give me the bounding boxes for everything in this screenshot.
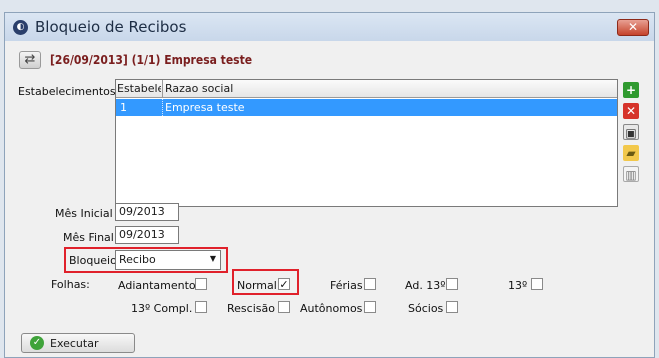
add-icon[interactable]: + xyxy=(623,82,639,98)
rescisao-checkbox[interactable] xyxy=(278,301,290,313)
row-code: 1 xyxy=(120,101,127,114)
remove-icon[interactable]: ✕ xyxy=(623,103,639,119)
normal-label: Normal xyxy=(237,279,277,292)
row-separator xyxy=(162,99,163,116)
folhas-label: Folhas: xyxy=(51,278,90,291)
header-info: [26/09/2013] (1/1) Empresa teste xyxy=(50,53,253,67)
folder-icon[interactable]: ▰ xyxy=(623,145,639,161)
window-title: Bloqueio de Recibos xyxy=(35,18,187,36)
ferias-label: Férias xyxy=(330,279,363,292)
normal-checkbox[interactable]: ✓ xyxy=(278,278,290,290)
rescisao-label: Rescisão xyxy=(227,302,275,315)
table-row[interactable]: 1 Empresa teste xyxy=(116,99,617,116)
decimo-terceiro-checkbox[interactable] xyxy=(531,278,543,290)
ferias-checkbox[interactable] xyxy=(364,278,376,290)
executar-button[interactable]: ✓ Executar xyxy=(21,333,135,353)
column-header-estabelecimento[interactable]: Estabelecimento xyxy=(117,82,161,95)
title-bar: ◐ Bloqueio de Recibos ✕ xyxy=(5,13,654,41)
estabelecimentos-label: Estabelecimentos xyxy=(18,85,116,98)
check-circle-icon: ✓ xyxy=(30,336,44,350)
executar-label: Executar xyxy=(50,337,99,350)
socios-checkbox[interactable] xyxy=(446,301,458,313)
dropdown-arrow-icon: ▼ xyxy=(209,254,216,263)
compl13-checkbox[interactable] xyxy=(195,301,207,313)
row-name: Empresa teste xyxy=(165,101,245,114)
swap-arrows-icon[interactable]: ⇄ xyxy=(19,51,41,69)
mes-inicial-input[interactable]: 09/2013 xyxy=(115,203,179,221)
ad13-label: Ad. 13º xyxy=(405,279,446,292)
autonomos-checkbox[interactable] xyxy=(364,301,376,313)
bloqueio-label: Bloqueio xyxy=(69,254,117,267)
close-icon: ✕ xyxy=(627,20,639,34)
mes-final-input[interactable]: 09/2013 xyxy=(115,226,179,244)
column-separator[interactable] xyxy=(162,80,163,98)
estabelecimentos-grid[interactable]: Estabelecimento Razao social 1 Empresa t… xyxy=(115,79,618,207)
app-icon: ◐ xyxy=(13,20,28,35)
compl13-label: 13º Compl. xyxy=(131,302,193,315)
decimo-terceiro-label: 13º xyxy=(508,279,528,292)
autonomos-label: Autônomos xyxy=(300,302,363,315)
mes-inicial-label: Mês Inicial xyxy=(55,207,113,220)
column-header-razao-social[interactable]: Razao social xyxy=(165,82,233,95)
close-button[interactable]: ✕ xyxy=(617,19,649,36)
ad13-checkbox[interactable] xyxy=(446,278,458,290)
trash-icon[interactable]: ▥ xyxy=(623,166,639,182)
bloqueio-select[interactable]: Recibo ▼ xyxy=(115,250,221,270)
adiantamento-checkbox[interactable] xyxy=(195,278,207,290)
dialog-window: ◐ Bloqueio de Recibos ✕ ⇄ [26/09/2013] (… xyxy=(4,12,655,358)
grid-header: Estabelecimento Razao social xyxy=(116,80,617,98)
bloqueio-value: Recibo xyxy=(119,253,156,266)
save-icon[interactable]: ▣ xyxy=(623,124,639,140)
adiantamento-label: Adiantamento xyxy=(118,279,196,292)
socios-label: Sócios xyxy=(408,302,444,315)
mes-final-label: Mês Final xyxy=(63,231,114,244)
